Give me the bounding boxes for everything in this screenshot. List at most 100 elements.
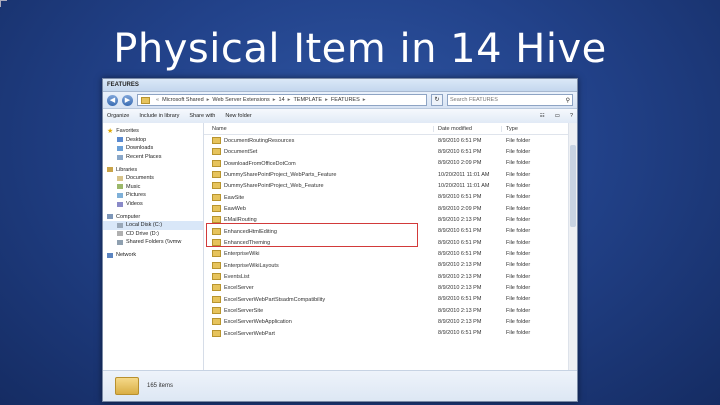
table-row[interactable]: DocumentSet 8/9/2010 6:51 PM File folder — [204, 146, 577, 157]
star-icon: ★ — [107, 127, 114, 135]
preview-pane-icon[interactable]: ▭ — [555, 113, 560, 119]
file-name-cell[interactable]: ExcelServerWebPart — [204, 329, 434, 337]
forward-arrow-icon[interactable]: ▶ — [122, 94, 133, 106]
vertical-scrollbar[interactable] — [568, 123, 577, 371]
navigation-pane[interactable]: ★ Favorites Desktop Downloads Recent Pla… — [103, 123, 204, 371]
table-row[interactable]: DummySharePointProject_Web_Feature 10/20/… — [204, 180, 577, 191]
table-row[interactable]: EawSite 8/9/2010 6:51 PM File folder — [204, 192, 577, 203]
refresh-icon[interactable]: ↻ — [431, 94, 443, 106]
folder-icon — [212, 205, 221, 213]
breadcrumb-item[interactable]: Microsoft Shared — [162, 97, 204, 103]
file-name-cell[interactable]: DocumentSet — [204, 148, 434, 156]
file-name-cell[interactable]: EnterpriseWikiLayouts — [204, 261, 434, 269]
file-date-cell: 8/9/2010 6:51 PM — [438, 194, 482, 201]
search-input[interactable] — [450, 97, 566, 103]
breadcrumb-item[interactable]: FEATURES — [331, 97, 360, 103]
table-row[interactable]: ExcelServerWebPartStsadmCompatibility 8/9… — [204, 294, 577, 305]
table-row[interactable]: DummySharePointProject_WebParts_Feature 1… — [204, 169, 577, 180]
table-row[interactable]: EnterpriseWiki 8/9/2010 6:51 PM File folde… — [204, 248, 577, 259]
nav-network[interactable]: Network — [103, 251, 203, 260]
breadcrumb-item[interactable]: TEMPLATE — [293, 97, 322, 103]
view-options-icon[interactable]: ☷ — [540, 113, 545, 119]
file-name-cell[interactable]: EawWeb — [204, 205, 434, 213]
breadcrumb-item[interactable]: 14 — [279, 97, 285, 103]
back-arrow-icon[interactable]: ◀ — [107, 94, 118, 106]
nav-item-documents[interactable]: Documents — [103, 174, 203, 183]
pictures-icon — [117, 192, 123, 198]
file-name-cell[interactable]: ExcelServer — [204, 284, 434, 292]
address-bar[interactable]: « Microsoft Shared ▸ Web Server Extension… — [137, 94, 427, 106]
file-name-cell[interactable]: EawSite — [204, 193, 434, 201]
file-name: EawSite — [224, 194, 245, 201]
nav-libraries[interactable]: Libraries — [103, 165, 203, 174]
file-name: ExcelServerWebApplication — [224, 319, 292, 326]
file-name: ExcelServerWebPart — [224, 330, 275, 337]
file-type-cell: File folder — [506, 296, 531, 303]
nav-item-videos[interactable]: Videos — [103, 200, 203, 209]
file-date-cell: 8/9/2010 2:09 PM — [438, 205, 482, 212]
file-name-cell[interactable]: DownloadFromOfficeDotCom — [204, 159, 434, 167]
file-name-cell[interactable]: ExcelServerSite — [204, 307, 434, 315]
table-row[interactable]: EawWeb 8/9/2010 2:09 PM File folder — [204, 203, 577, 214]
nav-item-pictures[interactable]: Pictures — [103, 191, 203, 200]
file-name-cell[interactable]: DocumentRoutingResources — [204, 137, 434, 145]
column-date-header[interactable]: Date modified — [434, 125, 502, 132]
table-row[interactable]: EnterpriseWikiLayouts 8/9/2010 2:13 PM Fil… — [204, 260, 577, 271]
file-type-cell: File folder — [506, 330, 531, 337]
file-name-cell[interactable]: ExcelServerWebPartStsadmCompatibility — [204, 295, 434, 303]
nav-item-cd-drive[interactable]: CD Drive (D:) — [103, 230, 203, 239]
table-row[interactable]: EventsList 8/9/2010 2:13 PM File folder — [204, 271, 577, 282]
file-date-cell: 8/9/2010 2:13 PM — [438, 307, 482, 314]
column-type-header[interactable]: Type — [502, 126, 542, 132]
file-type-cell: File folder — [506, 182, 531, 189]
explorer-window[interactable]: FEATURES ◀ ▶ « Microsoft Shared ▸ Web Ser… — [102, 78, 578, 402]
nav-item-music[interactable]: Music — [103, 183, 203, 192]
table-row[interactable]: ExcelServerSite 8/9/2010 2:13 PM File fold… — [204, 305, 577, 316]
window-titlebar[interactable]: FEATURES — [103, 79, 577, 92]
folder-icon — [212, 318, 221, 326]
column-name-header[interactable]: Name — [204, 125, 434, 132]
table-row[interactable]: DocumentRoutingResources 8/9/2010 6:51 PM… — [204, 135, 577, 146]
table-row[interactable]: ExcelServerWebPart 8/9/2010 6:51 PM File f… — [204, 328, 577, 339]
file-name-cell[interactable]: ExcelServerWebApplication — [204, 318, 434, 326]
scrollbar-thumb[interactable] — [570, 145, 576, 227]
nav-item-downloads[interactable]: Downloads — [103, 144, 203, 153]
recent-places-icon — [117, 154, 123, 160]
file-name-cell[interactable]: DummySharePointProject_Web_Feature — [204, 182, 434, 190]
table-row[interactable]: ExcelServer 8/9/2010 2:13 PM File folder — [204, 282, 577, 293]
file-name-cell[interactable]: EnterpriseWiki — [204, 250, 434, 258]
folder-icon — [212, 182, 221, 190]
search-box[interactable]: ⚲ — [447, 94, 573, 106]
nav-item-recent-places[interactable]: Recent Places — [103, 153, 203, 162]
file-date-cell: 8/9/2010 2:13 PM — [438, 273, 482, 280]
search-icon[interactable]: ⚲ — [566, 97, 572, 104]
nav-computer[interactable]: Computer — [103, 212, 203, 221]
file-type-cell: File folder — [506, 307, 531, 314]
details-pane: 165 items — [103, 370, 577, 401]
organize-button[interactable]: Organize — [107, 113, 129, 119]
file-date-cell: 8/9/2010 6:51 PM — [438, 137, 482, 144]
file-list[interactable]: Name Date modified Type DocumentRoutingR… — [204, 123, 577, 371]
nav-item-local-disk[interactable]: Local Disk (C:) — [103, 220, 203, 230]
nav-favorites[interactable]: ★ Favorites — [103, 127, 203, 136]
breadcrumb-item[interactable]: Web Server Extensions — [212, 97, 269, 103]
file-name: ExcelServer — [224, 285, 254, 292]
table-row[interactable]: DownloadFromOfficeDotCom 8/9/2010 2:09 PM… — [204, 158, 577, 169]
new-folder-button[interactable]: New folder — [225, 113, 251, 119]
file-date-cell: 8/9/2010 6:51 PM — [438, 148, 482, 155]
include-in-library-button[interactable]: Include in library — [139, 113, 179, 119]
table-row[interactable]: ExcelServerWebApplication 8/9/2010 2:13 P… — [204, 316, 577, 327]
help-icon[interactable]: ? — [570, 113, 573, 119]
file-date-cell: 8/9/2010 2:13 PM — [438, 216, 482, 223]
nav-item-desktop[interactable]: Desktop — [103, 136, 203, 145]
file-type-cell: File folder — [506, 171, 531, 178]
file-type-cell: File folder — [506, 239, 531, 246]
command-bar: Organize Include in library Share with N… — [103, 109, 577, 124]
share-with-button[interactable]: Share with — [189, 113, 215, 119]
file-name-cell[interactable]: EventsList — [204, 273, 434, 281]
folder-icon — [115, 377, 139, 395]
nav-item-shared-folders[interactable]: Shared Folders (\\vmw — [103, 238, 203, 247]
file-name-cell[interactable]: DummySharePointProject_WebParts_Feature — [204, 171, 434, 179]
cd-drive-icon — [117, 231, 123, 237]
file-date-cell: 8/9/2010 6:51 PM — [438, 330, 482, 337]
